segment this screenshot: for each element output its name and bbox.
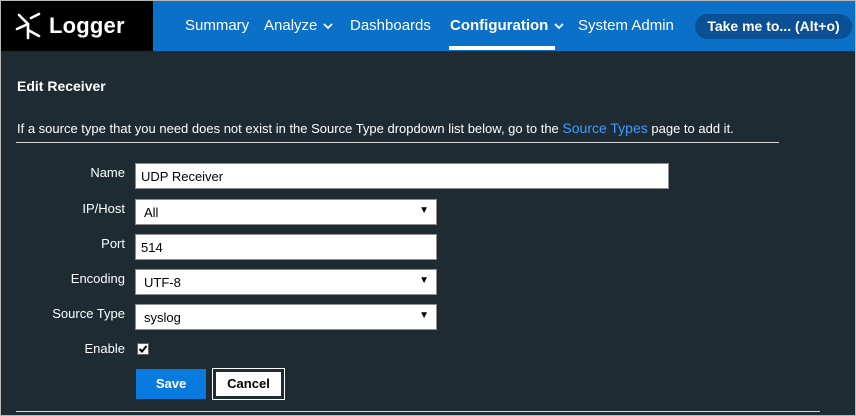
ip-host-label: IP/Host <box>82 201 125 216</box>
source-types-link[interactable]: Source Types <box>562 120 647 136</box>
brand-area[interactable]: Logger <box>1 1 153 51</box>
enable-label: Enable <box>84 341 125 356</box>
source-type-label: Source Type <box>52 306 125 321</box>
name-input[interactable] <box>135 163 669 189</box>
app-window: Logger Summary Analyze Dashboards Config… <box>0 0 856 416</box>
nav-dashboards-label: Dashboards <box>350 17 431 34</box>
cancel-button[interactable]: Cancel <box>212 368 285 400</box>
nav-configuration-label: Configuration <box>450 17 549 34</box>
dropdown-arrow-icon: ▼ <box>419 275 429 286</box>
app-name: Logger <box>49 13 125 38</box>
bottom-divider <box>16 411 820 412</box>
active-tab-indicator <box>449 46 555 50</box>
save-button[interactable]: Save <box>136 369 206 399</box>
nav-system-admin[interactable]: System Admin <box>578 17 674 34</box>
encoding-selected-value: UTF-8 <box>144 275 181 290</box>
dropdown-arrow-icon: ▼ <box>419 205 429 216</box>
nav-analyze[interactable]: Analyze <box>264 17 334 34</box>
encoding-label: Encoding <box>70 271 125 286</box>
chevron-down-icon <box>323 23 334 30</box>
source-type-selected-value: syslog <box>144 310 181 325</box>
ip-host-selected-value: All <box>144 205 159 220</box>
checkmark-icon <box>138 345 148 353</box>
logger-logo-icon <box>15 12 41 40</box>
port-label: Port <box>101 236 125 251</box>
ip-host-select[interactable]: All ▼ <box>135 199 437 225</box>
nav-summary[interactable]: Summary <box>185 17 249 34</box>
encoding-select[interactable]: UTF-8 ▼ <box>135 269 437 295</box>
info-message: If a source type that you need does not … <box>17 120 734 136</box>
top-navigation-bar: Logger Summary Analyze Dashboards Config… <box>1 1 855 51</box>
nav-dashboards[interactable]: Dashboards <box>350 17 431 34</box>
info-prefix: If a source type that you need does not … <box>17 121 559 136</box>
nav-analyze-label: Analyze <box>264 17 318 34</box>
chevron-down-icon <box>554 23 564 30</box>
page-title: Edit Receiver <box>17 78 106 94</box>
info-suffix: page to add it. <box>651 121 734 136</box>
enable-checkbox[interactable] <box>137 343 149 355</box>
nav-summary-label: Summary <box>185 17 250 34</box>
source-type-select[interactable]: syslog ▼ <box>135 304 437 330</box>
take-me-to-button[interactable]: Take me to... (Alt+o) <box>695 14 852 39</box>
nav-system-admin-label: System Admin <box>578 17 674 34</box>
dropdown-arrow-icon: ▼ <box>419 310 429 321</box>
port-input[interactable] <box>135 234 437 260</box>
section-divider <box>16 142 779 143</box>
name-label: Name <box>90 165 125 180</box>
nav-configuration[interactable]: Configuration <box>450 17 564 34</box>
